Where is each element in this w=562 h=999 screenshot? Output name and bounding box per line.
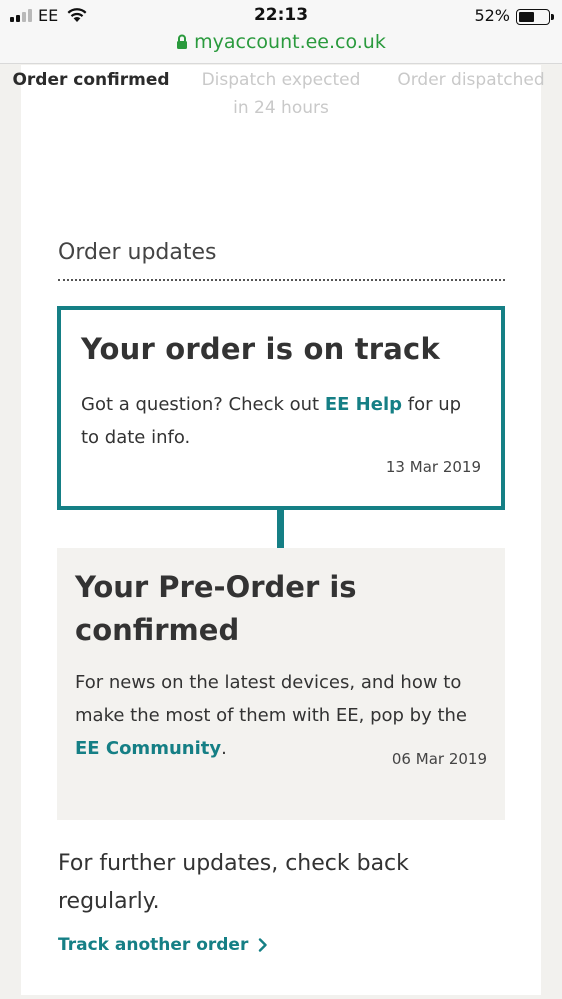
browser-status-bar: EE 22:13 52% myaccount.ee.co.uk	[0, 0, 562, 64]
ee-help-link[interactable]: EE Help	[325, 394, 402, 415]
battery-icon	[516, 9, 554, 25]
address-bar[interactable]: myaccount.ee.co.uk	[0, 28, 562, 56]
order-updates-heading: Order updates	[58, 240, 217, 265]
preorder-update-text-before: For news on the latest devices, and how …	[75, 672, 468, 726]
page-url: myaccount.ee.co.uk	[194, 31, 386, 53]
step-order-confirmed: Order confirmed	[12, 70, 170, 90]
current-update-box: Your order is on track Got a question? C…	[57, 306, 505, 510]
chevron-right-icon	[259, 938, 268, 952]
order-tracking-card: Order confirmed Dispatch expected in 24 …	[12, 65, 545, 995]
ee-community-link[interactable]: EE Community	[75, 738, 221, 759]
status-row: EE 22:13 52%	[0, 5, 562, 27]
preorder-update-box: Your Pre-Order is confirmed For news on …	[57, 548, 505, 820]
preorder-update-date: 06 Mar 2019	[391, 750, 487, 768]
lock-icon	[177, 34, 188, 49]
current-update-title: Your order is on track	[81, 332, 440, 366]
further-updates-text: For further updates, check back regularl…	[58, 851, 409, 914]
step-dispatch-expected: Dispatch expected in 24 hours	[201, 70, 361, 118]
track-another-order-link[interactable]: Track another order	[58, 935, 268, 955]
timeline-connector	[277, 510, 284, 548]
preorder-update-title: Your Pre-Order is confirmed	[75, 570, 357, 647]
current-update-text-before: Got a question? Check out	[81, 394, 325, 415]
current-update-date: 13 Mar 2019	[385, 458, 481, 476]
order-progress-steps: Order confirmed Dispatch expected in 24 …	[12, 66, 544, 156]
battery-percentage: 52%	[474, 6, 510, 25]
dotted-divider	[58, 279, 505, 281]
step-order-dispatched: Order dispatched	[397, 70, 545, 90]
preorder-update-text-after: .	[221, 738, 227, 759]
current-update-text: Got a question? Check out EE Help for up…	[81, 388, 481, 454]
track-another-order-label: Track another order	[58, 935, 249, 955]
